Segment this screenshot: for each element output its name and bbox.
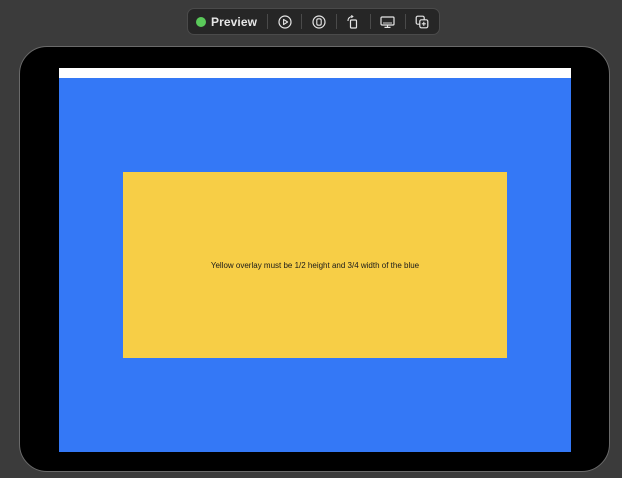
preview-mode-button[interactable]: Preview [188,9,267,34]
selectable-mode-button[interactable] [302,9,335,34]
selectable-mode-icon [312,14,326,29]
blue-background-view: Yellow overlay must be 1/2 height and 3/… [59,68,571,452]
xcode-preview-canvas: Preview Yellow overlay must be 1/2 heigh… [0,0,622,478]
rotate-device-icon [346,14,360,29]
duplicate-preview-button[interactable] [406,9,439,34]
status-bar-area [59,68,571,78]
preview-label: Preview [211,14,258,29]
overlay-label: Yellow overlay must be 1/2 height and 3/… [210,260,420,270]
play-circle-icon [278,14,292,29]
live-preview-button[interactable] [268,9,301,34]
live-status-dot [196,16,206,27]
device-settings-button[interactable] [371,9,404,34]
device-settings-icon [380,15,395,29]
rotate-device-button[interactable] [337,9,370,34]
duplicate-preview-icon [415,15,429,29]
yellow-overlay-view: Yellow overlay must be 1/2 height and 3/… [123,172,507,358]
preview-toolbar: Preview [187,8,440,35]
